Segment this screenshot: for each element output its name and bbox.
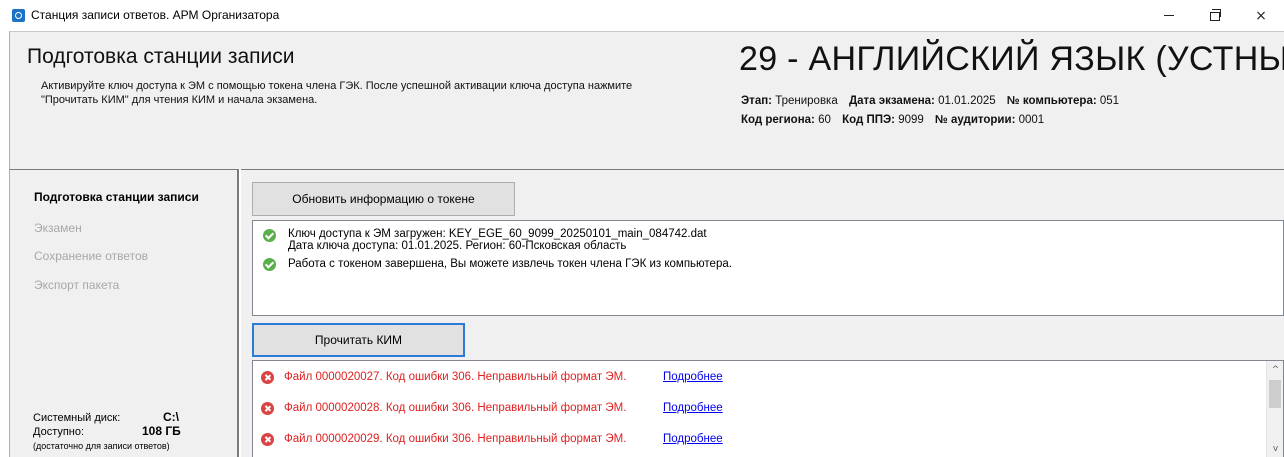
main-content: Обновить информацию о токене Ключ доступ… — [241, 169, 1284, 457]
error-text: Файл 0000020027. Код ошибки 306. Неправи… — [284, 371, 627, 383]
available-label: Доступно: — [33, 426, 85, 438]
available-space-row: Доступно: 108 ГБ — [33, 424, 181, 438]
page-title: Подготовка станции записи — [27, 45, 295, 68]
sidebar: Подготовка станции записи Экзамен Сохран… — [9, 169, 239, 457]
read-kim-button[interactable]: Прочитать КИМ — [252, 323, 465, 357]
system-disk-value: C:\ — [163, 410, 179, 424]
exam-date-label: Дата экзамена: — [848, 95, 935, 107]
token-done-text: Работа с токеном завершена, Вы можете из… — [288, 258, 732, 270]
check-circle-icon — [263, 258, 276, 271]
details-link[interactable]: Подробнее — [663, 433, 723, 445]
sidebar-item-save-answers: Сохранение ответов — [34, 249, 149, 263]
header-panel: Подготовка станции записи Активируйте кл… — [9, 31, 1284, 169]
error-circle-icon — [261, 433, 274, 446]
details-link[interactable]: Подробнее — [663, 371, 723, 383]
computer-number-label: № компьютера: — [1006, 95, 1097, 107]
refresh-token-button[interactable]: Обновить информацию о токене — [252, 182, 515, 216]
window-title: Станция записи ответов. АРМ Организатора — [31, 8, 280, 22]
close-icon: × — [1255, 7, 1267, 24]
key-date-text: Дата ключа доступа: 01.01.2025. Регион: … — [288, 240, 627, 252]
minimize-icon — [1164, 15, 1174, 16]
sidebar-item-export-package: Экспорт пакета — [34, 278, 120, 292]
ppe-value: 9099 — [898, 114, 924, 126]
maximize-button[interactable] — [1192, 0, 1238, 31]
errors-list: Файл 0000020027. Код ошибки 306. Неправи… — [252, 360, 1284, 457]
description-line-1: Активируйте ключ доступа к ЭМ с помощью … — [41, 80, 633, 92]
sidebar-item-exam: Экзамен — [34, 221, 82, 235]
region-label: Код региона: — [741, 114, 815, 126]
token-status-panel: Ключ доступа к ЭМ загружен: KEY_EGE_60_9… — [252, 220, 1284, 316]
check-circle-icon — [263, 229, 276, 242]
region-value: 60 — [818, 114, 831, 126]
subject-title: 29 - АНГЛИЙСКИЙ ЯЗЫК (УСТНЫЙ) — [739, 40, 1284, 78]
details-link[interactable]: Подробнее — [663, 402, 723, 414]
scroll-thumb[interactable] — [1269, 380, 1281, 408]
error-circle-icon — [261, 402, 274, 415]
stage-label: Этап: — [741, 95, 772, 107]
exam-meta-row-2: Код региона: 60 Код ППЭ: 9099 № аудитори… — [741, 114, 1044, 126]
list-item: Файл 0000020028. Код ошибки 306. Неправи… — [253, 395, 1263, 423]
computer-number-value: 051 — [1099, 95, 1120, 107]
scroll-down-icon[interactable]: v — [1267, 440, 1283, 457]
available-value: 108 ГБ — [142, 424, 181, 438]
error-circle-icon — [261, 371, 274, 384]
minimize-button[interactable] — [1146, 0, 1192, 31]
restore-icon — [1210, 9, 1221, 21]
auditorium-value: 0001 — [1018, 114, 1045, 126]
disk-note: (достаточно для записи ответов) — [33, 441, 170, 451]
exam-date-value: 01.01.2025 — [938, 95, 996, 107]
list-item: Файл 0000020029. Код ошибки 306. Неправи… — [253, 426, 1263, 454]
app-icon — [12, 9, 25, 22]
auditorium-label: № аудитории: — [935, 114, 1016, 126]
sidebar-item-preparation[interactable]: Подготовка станции записи — [34, 190, 199, 204]
stage-value: Тренировка — [775, 95, 838, 107]
page-description: Активируйте ключ доступа к ЭМ с помощью … — [41, 79, 731, 107]
system-disk-row: Системный диск: C:\ — [33, 410, 179, 424]
ppe-label: Код ППЭ: — [842, 114, 896, 126]
description-line-2: "Прочитать КИМ" для чтения КИМ и начала … — [41, 94, 318, 106]
list-item: Файл 0000020027. Код ошибки 306. Неправи… — [253, 364, 1263, 392]
error-text: Файл 0000020029. Код ошибки 306. Неправи… — [284, 433, 627, 445]
close-button[interactable]: × — [1238, 0, 1284, 31]
exam-meta-row-1: Этап: Тренировка Дата экзамена: 01.01.20… — [741, 95, 1119, 107]
error-text: Файл 0000020028. Код ошибки 306. Неправи… — [284, 402, 627, 414]
system-disk-label: Системный диск: — [33, 412, 121, 424]
errors-scrollbar[interactable]: ^ v — [1266, 361, 1283, 457]
title-bar: Станция записи ответов. АРМ Организатора… — [0, 0, 1284, 31]
scroll-up-icon[interactable]: ^ — [1267, 361, 1283, 378]
